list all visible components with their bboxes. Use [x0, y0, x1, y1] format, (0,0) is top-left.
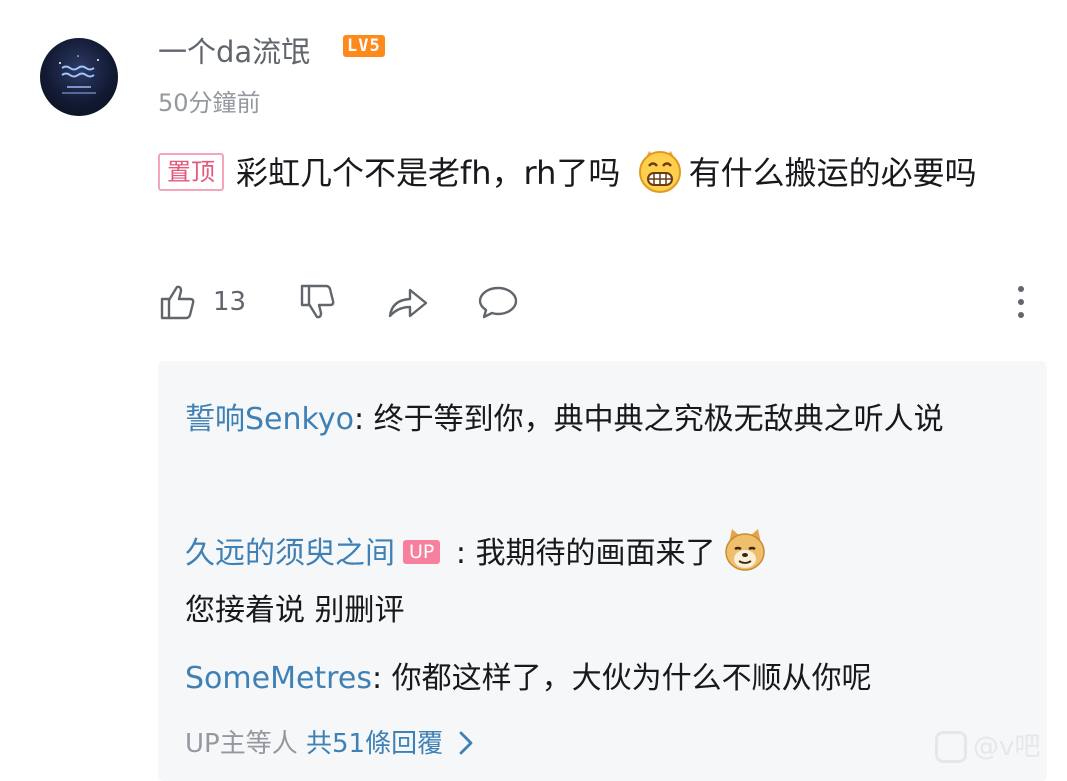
more-replies-count: 共51條回覆 [305, 729, 444, 759]
aquarius-avatar-image [59, 55, 99, 94]
reply-text: 终于等到你，典中典之究极无敌典之听人说 [373, 402, 944, 437]
like-count: 13 [213, 287, 247, 317]
comment-text: 置顶 彩虹几个不是老fh，rh了吗 有什么搬运的必要吗 [158, 145, 1038, 202]
reply-author[interactable]: 誓响Senkyo [185, 402, 354, 437]
comment-text-part2: 有什么搬运的必要吗 [688, 154, 977, 192]
like-button[interactable] [158, 282, 198, 326]
level-badge: LV5 [343, 35, 385, 57]
dislike-icon [300, 284, 335, 319]
reply-item[interactable]: SomeMetres: 你都这样了，大伙为什么不顺从你呢 [185, 650, 1005, 707]
reply-item[interactable]: 誓响Senkyo: 终于等到你，典中典之究极无敌典之听人说 [185, 391, 1005, 448]
more-replies-prefix: UP主等人 [185, 729, 298, 759]
reply-separator: : [371, 661, 392, 696]
reply-button[interactable] [476, 282, 520, 326]
share-button[interactable] [386, 282, 430, 326]
watermark: @v吧 [935, 726, 1040, 763]
reply-text: 你都这样了，大伙为什么不顺从你呢 [391, 661, 872, 696]
grin-emoji-icon [638, 151, 681, 193]
avatar[interactable] [40, 38, 118, 116]
comment-text-part1: 彩虹几个不是老fh，rh了吗 [236, 154, 621, 192]
like-icon [160, 285, 195, 320]
watermark-text: @v吧 [973, 732, 1041, 762]
doge-emoji-icon [724, 529, 765, 571]
reply-icon [478, 286, 518, 319]
watermark-logo-icon [935, 731, 967, 763]
chevron-right-icon [459, 731, 473, 755]
reply-separator: : [353, 402, 374, 437]
reply-text: 我期待的画面来了 [475, 536, 716, 571]
dislike-button[interactable] [298, 282, 338, 326]
comment-action-bar: 13 [158, 282, 1038, 326]
comment-time: 50分鐘前 [158, 89, 261, 117]
reply-separator: : [446, 536, 476, 571]
reply-author[interactable]: 久远的须臾之间 [185, 536, 395, 571]
up-badge: UP [403, 540, 441, 564]
pinned-tag: 置顶 [158, 153, 224, 191]
reply-item[interactable]: 久远的须臾之间 UP : 我期待的画面来了 您接着说 别删评 [185, 525, 1005, 639]
share-icon [388, 288, 428, 318]
reply-text: 您接着说 别删评 [185, 593, 405, 628]
reply-list: 誓响Senkyo: 终于等到你，典中典之究极无敌典之听人说 久远的须臾之间 UP … [158, 361, 1047, 781]
more-options-button[interactable] [1013, 282, 1029, 326]
view-more-replies-link[interactable]: UP主等人 共51條回覆 [185, 723, 475, 760]
more-icon [1018, 286, 1024, 318]
reply-author[interactable]: SomeMetres [185, 661, 372, 696]
comment-author-name[interactable]: 一个da流氓 [158, 29, 310, 71]
